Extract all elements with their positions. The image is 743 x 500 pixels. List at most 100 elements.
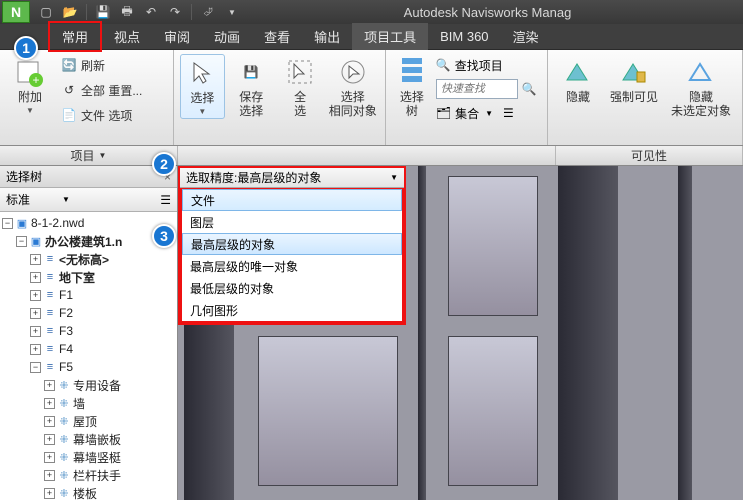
qat-undo-icon[interactable]: ↶ <box>141 2 161 22</box>
menu-animation[interactable]: 动画 <box>202 23 252 50</box>
tree-item[interactable]: F4 <box>59 342 73 356</box>
qat-open-icon[interactable]: 📂 <box>60 2 80 22</box>
tree-item[interactable]: 屋顶 <box>73 413 97 430</box>
combo-option[interactable]: 最高层级的唯一对象 <box>182 255 402 277</box>
tree-body[interactable]: −▣8-1-2.nwd −▣办公楼建筑1.n +≡<无标高>+≡地下室+≡F1+… <box>0 212 177 500</box>
qat-save-icon[interactable]: 💾 <box>93 2 113 22</box>
menu-item-tools[interactable]: 项目工具 <box>352 23 428 50</box>
force-visible-button[interactable]: 强制可见 <box>606 54 662 106</box>
menu-home[interactable]: 常用 <box>48 21 102 52</box>
save-selection-button[interactable]: 💾 保存 选择 <box>229 54 274 120</box>
qat-print-icon[interactable]: 🖶 <box>117 2 137 22</box>
expand-icon[interactable]: + <box>30 254 41 265</box>
expand-icon[interactable]: + <box>44 416 55 427</box>
tree-item[interactable]: 幕墙竖梃 <box>73 449 121 466</box>
svg-text:+: + <box>32 73 39 87</box>
expand-icon[interactable]: + <box>30 326 41 337</box>
select-same-button[interactable]: 选择 相同对象 <box>327 54 379 120</box>
sets-button[interactable]: 🗂集合▼☰ <box>436 102 537 124</box>
level-icon: ≡ <box>43 324 57 338</box>
tree-item[interactable]: 墙 <box>73 395 85 412</box>
level-icon: ≡ <box>43 288 57 302</box>
expand-icon[interactable]: + <box>44 380 55 391</box>
selection-tree-panel: 选择树 × 标准▼ ☰ −▣8-1-2.nwd −▣办公楼建筑1.n +≡<无标… <box>0 166 178 500</box>
file-options-button[interactable]: 📄文件 选项 <box>58 104 145 126</box>
qat-pointer-icon[interactable]: ⮰ <box>198 2 218 22</box>
level-icon: ≡ <box>43 306 57 320</box>
expand-icon[interactable]: + <box>30 272 41 283</box>
level-icon: ≡ <box>43 342 57 356</box>
tree-item[interactable]: 楼板 <box>73 485 97 500</box>
menu-bim360[interactable]: BIM 360 <box>428 25 500 48</box>
menu-view[interactable]: 查看 <box>252 23 302 50</box>
combo-current[interactable]: 选取精度:最高层级的对象 ▼ <box>180 168 404 188</box>
category-icon: ⁜ <box>57 378 71 392</box>
category-icon: ⁜ <box>57 414 71 428</box>
tree-item[interactable]: 幕墙嵌板 <box>73 431 121 448</box>
refresh-button[interactable]: 🔄刷新 <box>58 54 145 76</box>
menu-viewpoint[interactable]: 视点 <box>102 23 152 50</box>
find-items-button[interactable]: 🔍查找项目 <box>436 54 537 76</box>
reset-all-button[interactable]: ↺全部 重置... <box>58 79 145 101</box>
expand-icon[interactable]: + <box>30 290 41 301</box>
expand-icon[interactable]: + <box>44 470 55 481</box>
chevron-down-icon: ▼ <box>26 106 34 115</box>
combo-option[interactable]: 图层 <box>182 211 402 233</box>
tree-small-icon[interactable]: ☰ <box>503 106 514 120</box>
collapse-icon[interactable]: − <box>16 236 27 247</box>
append-button[interactable]: + 附加 ▼ <box>6 54 54 117</box>
hide-unselected-icon <box>685 56 717 88</box>
tree-building[interactable]: 办公楼建筑1.n <box>45 233 122 250</box>
qat-dropdown-icon[interactable]: ▼ <box>222 2 242 22</box>
combo-option[interactable]: 文件 <box>182 189 402 211</box>
search-go-icon[interactable]: 🔍 <box>522 82 537 96</box>
chevron-down-icon: ▼ <box>198 107 206 116</box>
tree-item[interactable]: F1 <box>59 288 73 302</box>
expand-icon[interactable]: + <box>30 344 41 355</box>
tree-mode-combo[interactable]: 标准▼ <box>6 191 70 208</box>
tree-item[interactable]: 地下室 <box>59 269 95 286</box>
tree-root[interactable]: 8-1-2.nwd <box>31 216 84 230</box>
category-icon: ⁜ <box>57 432 71 446</box>
hide-unselected-button[interactable]: 隐藏 未选定对象 <box>666 54 736 120</box>
select-all-button[interactable]: 全 选 <box>278 54 323 120</box>
file-icon: ▣ <box>29 234 43 248</box>
qat-redo-icon[interactable]: ↷ <box>165 2 185 22</box>
save-selection-icon: 💾 <box>235 56 267 88</box>
expand-icon[interactable]: + <box>44 398 55 409</box>
menubar: 常用 视点 审阅 动画 查看 输出 项目工具 BIM 360 渲染 <box>0 24 743 50</box>
hide-button[interactable]: 隐藏 <box>554 54 602 106</box>
expand-icon[interactable]: + <box>44 488 55 499</box>
select-button[interactable]: 选择 ▼ <box>180 54 225 119</box>
combo-option[interactable]: 几何图形 <box>182 299 402 321</box>
expand-icon[interactable]: + <box>44 452 55 463</box>
tree-config-icon[interactable]: ☰ <box>160 193 171 207</box>
category-icon: ⁜ <box>57 450 71 464</box>
callout-1: 1 <box>14 36 38 60</box>
combo-option[interactable]: 最低层级的对象 <box>182 277 402 299</box>
combo-option[interactable]: 最高层级的对象 <box>182 233 402 255</box>
tree-item[interactable]: 栏杆扶手 <box>73 467 121 484</box>
callout-2: 2 <box>152 152 176 176</box>
expand-icon[interactable]: − <box>30 362 41 373</box>
chevron-down-icon: ▼ <box>485 109 493 118</box>
quick-find-input[interactable] <box>436 79 518 99</box>
sets-icon: 🗂 <box>436 106 451 120</box>
tree-panel-title: 选择树 <box>6 168 42 185</box>
menu-review[interactable]: 审阅 <box>152 23 202 50</box>
qat-new-icon[interactable]: ▢ <box>36 2 56 22</box>
tree-item[interactable]: <无标高> <box>59 251 109 268</box>
expand-icon[interactable]: + <box>30 308 41 319</box>
collapse-icon[interactable]: − <box>2 218 13 229</box>
tree-item[interactable]: F3 <box>59 324 73 338</box>
menu-render[interactable]: 渲染 <box>501 23 551 50</box>
expand-icon[interactable]: + <box>44 434 55 445</box>
file-options-icon: 📄 <box>61 107 77 123</box>
tree-item[interactable]: 专用设备 <box>73 377 121 394</box>
tree-item[interactable]: F2 <box>59 306 73 320</box>
tree-item[interactable]: F5 <box>59 360 73 374</box>
menu-output[interactable]: 输出 <box>302 23 352 50</box>
selection-tree-button[interactable]: 选择 树 <box>392 54 432 120</box>
app-icon[interactable]: N <box>2 1 30 23</box>
chevron-down-icon: ▼ <box>390 173 398 182</box>
